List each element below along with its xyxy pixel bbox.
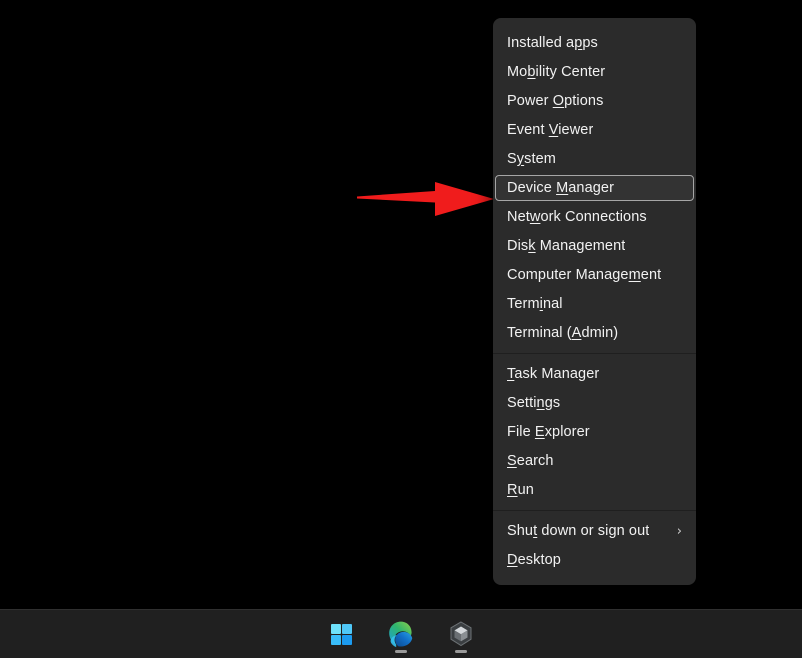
chevron-right-icon: › [669, 525, 682, 538]
menu-item-power-options[interactable]: Power Options [495, 88, 694, 114]
menu-item-device-manager[interactable]: Device Manager [495, 175, 694, 201]
menu-item-label: Network Connections [507, 204, 647, 230]
menu-separator-2 [493, 510, 696, 511]
start-button[interactable] [321, 614, 361, 654]
menu-item-desktop[interactable]: Desktop [495, 547, 694, 573]
menu-item-shut-down-or-sign-out[interactable]: Shut down or sign out › [495, 518, 694, 544]
menu-item-label: Power Options [507, 88, 603, 114]
menu-item-label: Terminal (Admin) [507, 320, 618, 346]
taskbar[interactable] [0, 609, 802, 658]
menu-group-session: Shut down or sign out › Desktop [493, 518, 696, 573]
menu-item-event-viewer[interactable]: Event Viewer [495, 117, 694, 143]
menu-group-system-tools: Installed apps Mobility Center Power Opt… [493, 30, 696, 346]
edge-button[interactable] [381, 614, 421, 654]
app-button[interactable] [441, 614, 481, 654]
menu-item-terminal-admin[interactable]: Terminal (Admin) [495, 320, 694, 346]
menu-separator-1 [493, 353, 696, 354]
menu-item-label: Device Manager [507, 175, 614, 201]
taskbar-icon-group [321, 614, 481, 654]
menu-item-label: Shut down or sign out [507, 518, 649, 544]
menu-item-disk-management[interactable]: Disk Management [495, 233, 694, 259]
menu-item-terminal[interactable]: Terminal [495, 291, 694, 317]
menu-item-label: Task Manager [507, 361, 599, 387]
menu-item-label: Terminal [507, 291, 563, 317]
menu-item-label: Search [507, 448, 554, 474]
menu-item-label: System [507, 146, 556, 172]
menu-item-label: Disk Management [507, 233, 625, 259]
menu-item-search[interactable]: Search [495, 448, 694, 474]
menu-item-mobility-center[interactable]: Mobility Center [495, 59, 694, 85]
menu-item-computer-management[interactable]: Computer Management [495, 262, 694, 288]
running-indicator [395, 650, 407, 653]
menu-item-run[interactable]: Run [495, 477, 694, 503]
menu-item-label: Desktop [507, 547, 561, 573]
menu-item-task-manager[interactable]: Task Manager [495, 361, 694, 387]
menu-item-system[interactable]: System [495, 146, 694, 172]
menu-item-label: Installed apps [507, 30, 598, 56]
microsoft-edge-icon [387, 620, 415, 648]
menu-item-label: Settings [507, 390, 560, 416]
menu-item-settings[interactable]: Settings [495, 390, 694, 416]
menu-item-label: Event Viewer [507, 117, 593, 143]
menu-item-label: File Explorer [507, 419, 590, 445]
menu-item-label: Mobility Center [507, 59, 605, 85]
winx-power-user-menu[interactable]: Installed apps Mobility Center Power Opt… [493, 18, 696, 585]
windows-logo-icon [331, 624, 352, 645]
menu-item-installed-apps[interactable]: Installed apps [495, 30, 694, 56]
menu-item-label: Computer Management [507, 262, 661, 288]
menu-item-file-explorer[interactable]: File Explorer [495, 419, 694, 445]
hexagon-app-icon [449, 621, 473, 647]
menu-group-shell-tools: Task Manager Settings File Explorer Sear… [493, 361, 696, 503]
menu-item-label: Run [507, 477, 534, 503]
running-indicator [455, 650, 467, 653]
menu-item-network-connections[interactable]: Network Connections [495, 204, 694, 230]
